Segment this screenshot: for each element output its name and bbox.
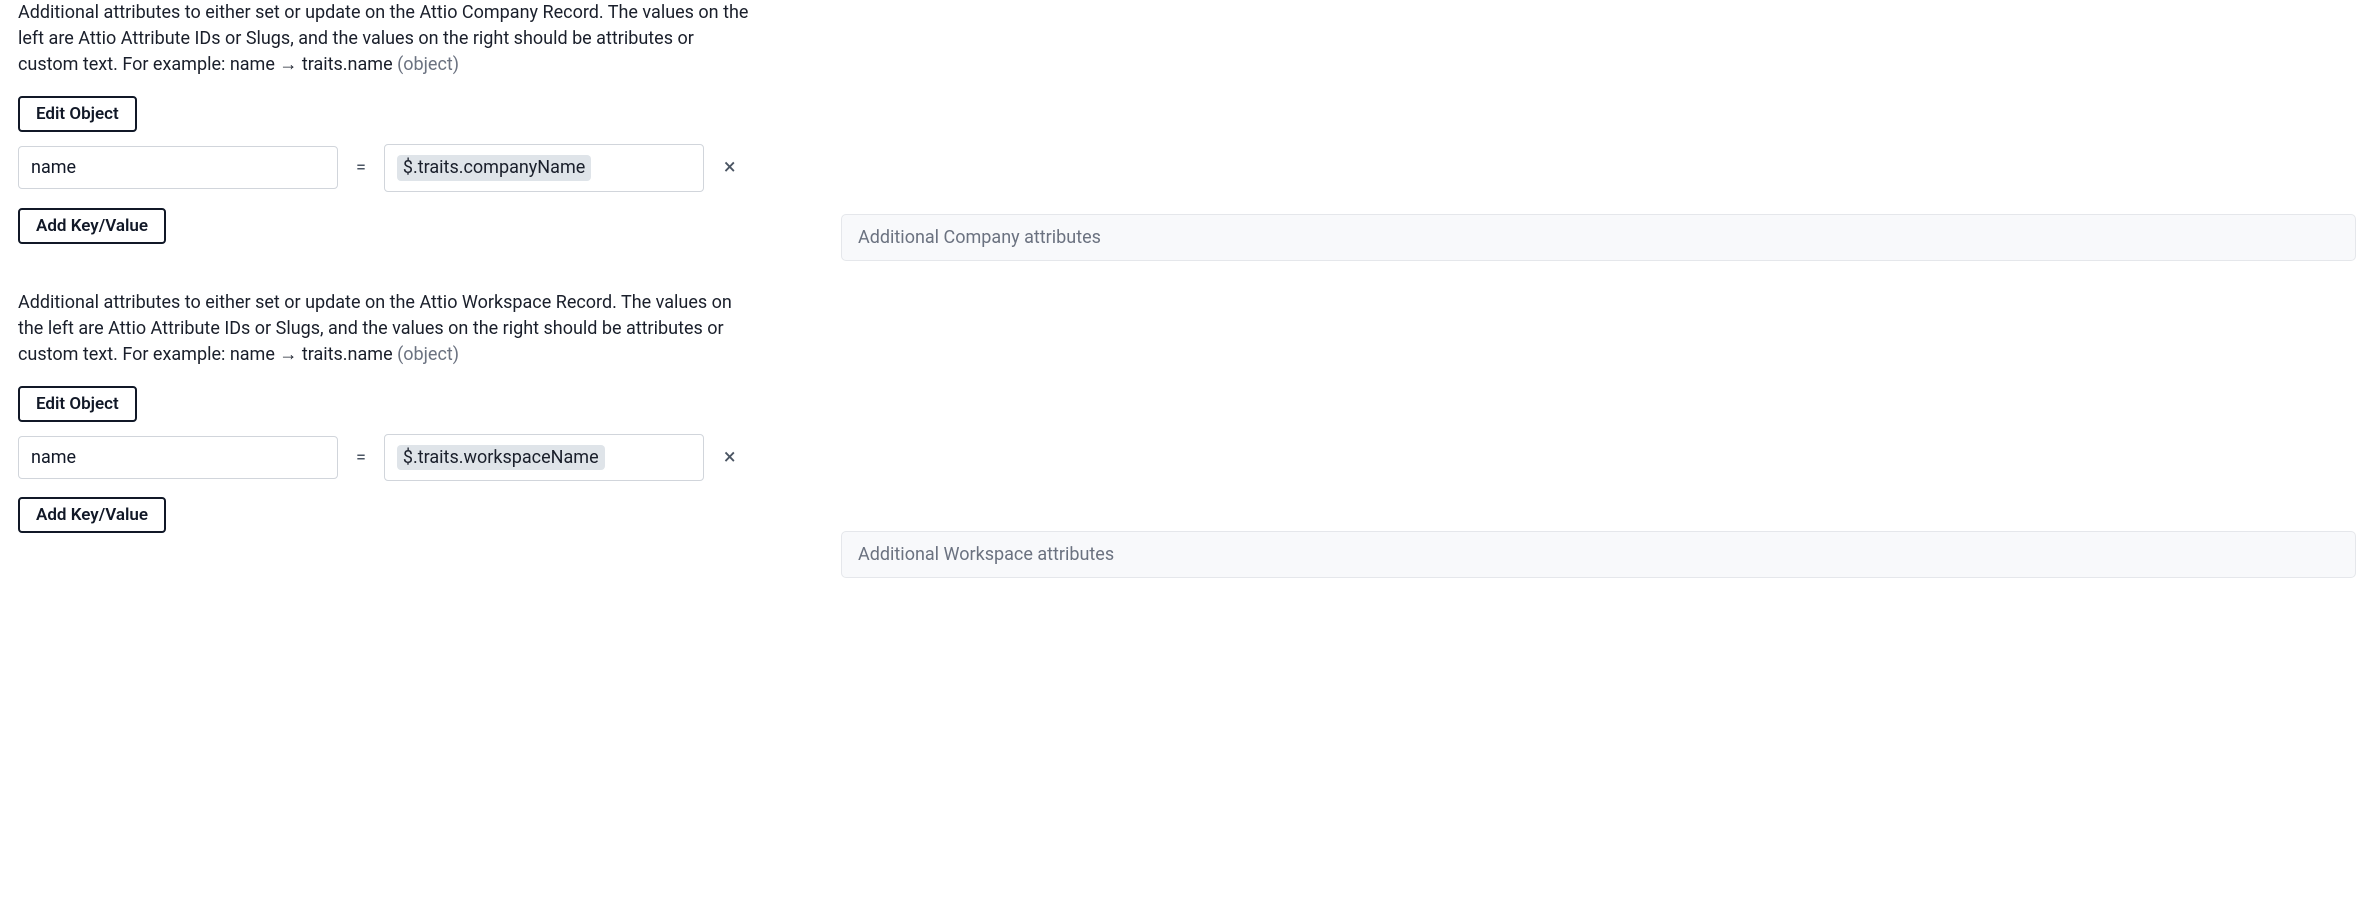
workspace-attributes-input[interactable]: [841, 531, 2356, 578]
company-attributes-input[interactable]: [841, 214, 2356, 261]
company-description-text: Additional attributes to either set or u…: [18, 2, 748, 75]
add-key-value-button[interactable]: Add Key/Value: [18, 208, 166, 244]
equals-sign: =: [350, 155, 372, 180]
workspace-description-type: (object): [397, 344, 459, 365]
equals-sign: =: [350, 445, 372, 470]
remove-row-button[interactable]: ×: [716, 153, 744, 183]
company-key-input[interactable]: [18, 146, 338, 189]
company-kv-row: = $.traits.companyName ×: [18, 144, 763, 191]
edit-object-button[interactable]: Edit Object: [18, 386, 137, 422]
workspace-attributes-section: Additional attributes to either set or u…: [18, 290, 763, 534]
workspace-description-text: Additional attributes to either set or u…: [18, 292, 732, 365]
spacer: [841, 261, 2356, 531]
workspace-value-input[interactable]: $.traits.workspaceName: [384, 434, 704, 481]
company-value-pill: $.traits.companyName: [397, 155, 591, 180]
company-description-type: (object): [397, 54, 459, 75]
add-key-value-button[interactable]: Add Key/Value: [18, 497, 166, 533]
remove-row-button[interactable]: ×: [716, 443, 744, 473]
company-value-input[interactable]: $.traits.companyName: [384, 144, 704, 191]
company-attributes-section: Additional attributes to either set or u…: [18, 0, 763, 244]
company-description: Additional attributes to either set or u…: [18, 0, 758, 78]
workspace-kv-row: = $.traits.workspaceName ×: [18, 434, 763, 481]
workspace-key-input[interactable]: [18, 436, 338, 479]
edit-object-button[interactable]: Edit Object: [18, 96, 137, 132]
workspace-value-pill: $.traits.workspaceName: [397, 445, 605, 470]
workspace-description: Additional attributes to either set or u…: [18, 290, 758, 368]
